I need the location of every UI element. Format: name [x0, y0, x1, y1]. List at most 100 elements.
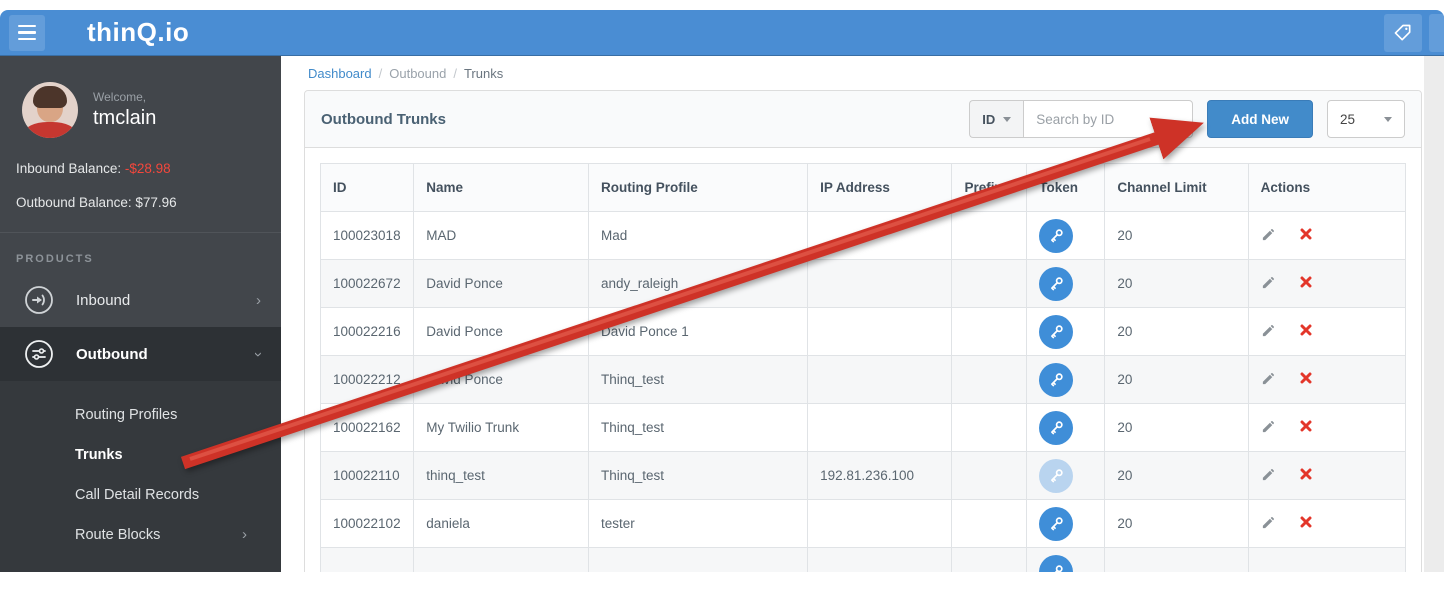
key-icon[interactable]: [1039, 315, 1073, 349]
cell-name: David Ponce: [414, 260, 589, 308]
key-icon[interactable]: [1039, 411, 1073, 445]
cell-ip-address: [808, 500, 952, 548]
app-window: thinQ.io Welcome, tmclain: [0, 10, 1444, 572]
cell-name: David Ponce: [414, 308, 589, 356]
delete-x-icon[interactable]: [1300, 228, 1312, 243]
edit-pencil-icon[interactable]: [1261, 275, 1276, 293]
cell-ip-address: [808, 356, 952, 404]
kebab-menu-icon[interactable]: [1429, 14, 1444, 52]
key-icon[interactable]: [1039, 219, 1073, 253]
cell-ip-address: [808, 548, 952, 573]
column-header-name: Name: [414, 164, 589, 212]
delete-x-icon[interactable]: [1300, 420, 1312, 435]
delete-x-icon[interactable]: [1300, 324, 1312, 339]
column-header-ip-address: IP Address: [808, 164, 952, 212]
cell-actions: [1248, 548, 1405, 573]
cell-routing-profile: [588, 548, 807, 573]
page-title: Outbound Trunks: [321, 111, 969, 128]
outbound-icon: [24, 339, 54, 369]
cell-channel-limit: 20: [1105, 212, 1248, 260]
cell-id: 100022672: [321, 260, 414, 308]
toolbar: ID Add New 25: [969, 100, 1405, 138]
breadcrumb: Dashboard/Outbound/Trunks: [308, 66, 1444, 86]
column-header-prefix: Prefix: [952, 164, 1027, 212]
cell-ip-address: 192.81.236.100: [808, 452, 952, 500]
cell-token: [1027, 404, 1105, 452]
menu-icon[interactable]: [9, 15, 45, 51]
key-icon[interactable]: [1039, 507, 1073, 541]
edit-pencil-icon[interactable]: [1261, 515, 1276, 533]
cell-channel-limit: 20: [1105, 404, 1248, 452]
sidebar-subitem-call-detail-records[interactable]: Call Detail Records: [0, 475, 281, 515]
cell-actions: [1248, 260, 1405, 308]
sidebar-subitem-trunks[interactable]: Trunks: [0, 435, 281, 475]
table-row: 100022212David PonceThinq_test20: [321, 356, 1406, 404]
cell-actions: [1248, 356, 1405, 404]
breadcrumb-separator: /: [453, 66, 457, 81]
sidebar-item-outbound[interactable]: Outbound ›: [0, 327, 281, 381]
delete-x-icon[interactable]: [1300, 516, 1312, 531]
table-row: [321, 548, 1406, 573]
cell-actions: [1248, 404, 1405, 452]
edit-pencil-icon[interactable]: [1261, 419, 1276, 437]
column-header-token: Token: [1027, 164, 1105, 212]
outbound-balance: Outbound Balance: $77.96: [16, 186, 281, 220]
search-input[interactable]: [1023, 100, 1193, 138]
cell-routing-profile: Thinq_test: [588, 452, 807, 500]
panel-body: IDNameRouting ProfileIP AddressPrefixTok…: [305, 148, 1421, 572]
sidebar: Welcome, tmclain Inbound Balance: -$28.9…: [0, 56, 281, 572]
cell-routing-profile: andy_raleigh: [588, 260, 807, 308]
cell-token: [1027, 452, 1105, 500]
cell-name: [414, 548, 589, 573]
sidebar-subitem-route-blocks[interactable]: Route Blocks›: [0, 515, 281, 555]
top-navbar: thinQ.io: [0, 10, 1444, 56]
key-icon[interactable]: [1039, 555, 1073, 573]
cell-channel-limit: 20: [1105, 308, 1248, 356]
outbound-balance-value: $77.96: [135, 195, 176, 210]
delete-x-icon[interactable]: [1300, 276, 1312, 291]
tag-icon[interactable]: [1384, 14, 1422, 52]
delete-x-icon[interactable]: [1300, 468, 1312, 483]
products-section-label: PRODUCTS: [16, 253, 265, 265]
key-icon[interactable]: [1039, 267, 1073, 301]
app-logo[interactable]: thinQ.io: [87, 17, 189, 48]
panel-heading: Outbound Trunks ID Add New 25: [305, 91, 1421, 148]
cell-name: thinq_test: [414, 452, 589, 500]
edit-pencil-icon[interactable]: [1261, 371, 1276, 389]
cell-actions: [1248, 452, 1405, 500]
cell-name: MAD: [414, 212, 589, 260]
sidebar-item-inbound[interactable]: Inbound ›: [0, 273, 281, 327]
edit-pencil-icon[interactable]: [1261, 227, 1276, 245]
page-size-select[interactable]: 25: [1327, 100, 1405, 138]
cell-id: 100023018: [321, 212, 414, 260]
cell-channel-limit: [1105, 548, 1248, 573]
key-icon[interactable]: [1039, 459, 1073, 493]
scrollbar-track[interactable]: [1424, 56, 1444, 572]
column-header-routing-profile: Routing Profile: [588, 164, 807, 212]
trunks-table: IDNameRouting ProfileIP AddressPrefixTok…: [320, 163, 1406, 572]
sidebar-subitem-routing-profiles[interactable]: Routing Profiles: [0, 395, 281, 435]
cell-id: 100022102: [321, 500, 414, 548]
add-new-button[interactable]: Add New: [1207, 100, 1313, 138]
edit-pencil-icon[interactable]: [1261, 467, 1276, 485]
cell-prefix: [952, 308, 1027, 356]
delete-x-icon[interactable]: [1300, 372, 1312, 387]
chevron-right-icon: ›: [242, 527, 247, 542]
cell-id: 100022212: [321, 356, 414, 404]
breadcrumb-item-dashboard[interactable]: Dashboard: [308, 66, 372, 81]
cell-ip-address: [808, 260, 952, 308]
breadcrumb-item-outbound[interactable]: Outbound: [389, 66, 446, 81]
cell-id: 100022110: [321, 452, 414, 500]
key-icon[interactable]: [1039, 363, 1073, 397]
edit-pencil-icon[interactable]: [1261, 323, 1276, 341]
cell-name: daniela: [414, 500, 589, 548]
breadcrumb-separator: /: [379, 66, 383, 81]
cell-channel-limit: 20: [1105, 356, 1248, 404]
search-field-selector[interactable]: ID: [969, 100, 1023, 138]
cell-ip-address: [808, 212, 952, 260]
cell-routing-profile: Mad: [588, 212, 807, 260]
cell-token: [1027, 260, 1105, 308]
table-row: 100022162My Twilio TrunkThinq_test20: [321, 404, 1406, 452]
avatar[interactable]: [22, 82, 78, 138]
cell-prefix: [952, 260, 1027, 308]
